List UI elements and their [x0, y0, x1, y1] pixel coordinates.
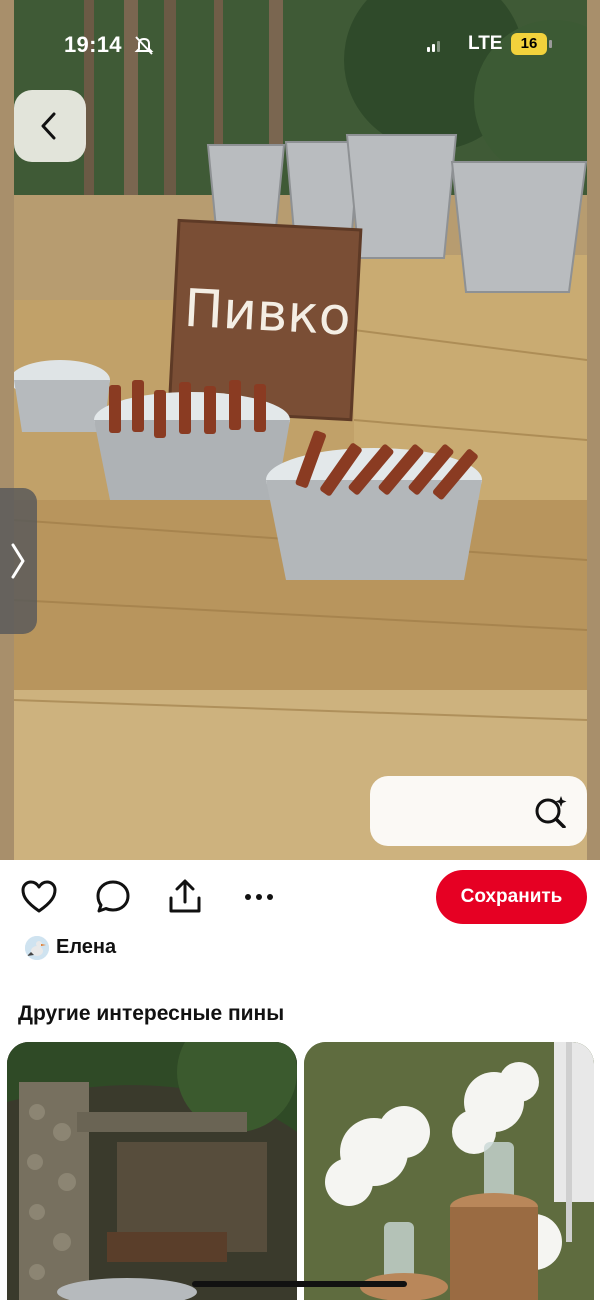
comment-icon[interactable] — [94, 878, 132, 916]
side-panel-tab[interactable] — [0, 488, 37, 634]
share-icon[interactable] — [166, 878, 204, 916]
image-border-right — [587, 0, 600, 860]
pin-photo-illustration: Пивко — [14, 0, 587, 860]
save-button[interactable]: Сохранить — [436, 870, 587, 924]
action-bar: Сохранить — [0, 860, 600, 936]
heart-icon[interactable] — [20, 878, 58, 916]
visual-search-button[interactable] — [370, 776, 587, 846]
bird-avatar-icon — [25, 936, 49, 960]
related-pin-stone-gazebo[interactable] — [7, 1042, 297, 1300]
sign-text: Пивко — [183, 279, 353, 348]
battery-tip — [549, 40, 552, 48]
status-bar: 19:14 LTE 16 — [0, 28, 600, 62]
image-border-left — [0, 0, 14, 860]
chevron-left-icon — [41, 112, 56, 140]
more-pins-heading: Другие интересные пины — [18, 1002, 285, 1025]
chevron-right-icon — [11, 543, 25, 579]
more-icon[interactable] — [240, 878, 278, 916]
home-indicator[interactable] — [192, 1281, 407, 1287]
status-time: 19:14 — [64, 32, 122, 57]
network-type: LTE — [468, 33, 503, 54]
avatar[interactable] — [25, 936, 49, 960]
battery-icon: 16 — [511, 33, 547, 55]
signal-icon — [427, 40, 443, 52]
back-button[interactable] — [14, 90, 86, 162]
related-pin-image — [304, 1042, 594, 1300]
pin-image[interactable]: Пивко — [14, 0, 587, 860]
author-name[interactable]: Елена — [56, 936, 116, 959]
lens-search-icon — [535, 796, 567, 828]
related-pin-gypsophila[interactable] — [304, 1042, 594, 1300]
bell-muted-icon — [134, 36, 154, 55]
related-pin-image — [7, 1042, 297, 1300]
